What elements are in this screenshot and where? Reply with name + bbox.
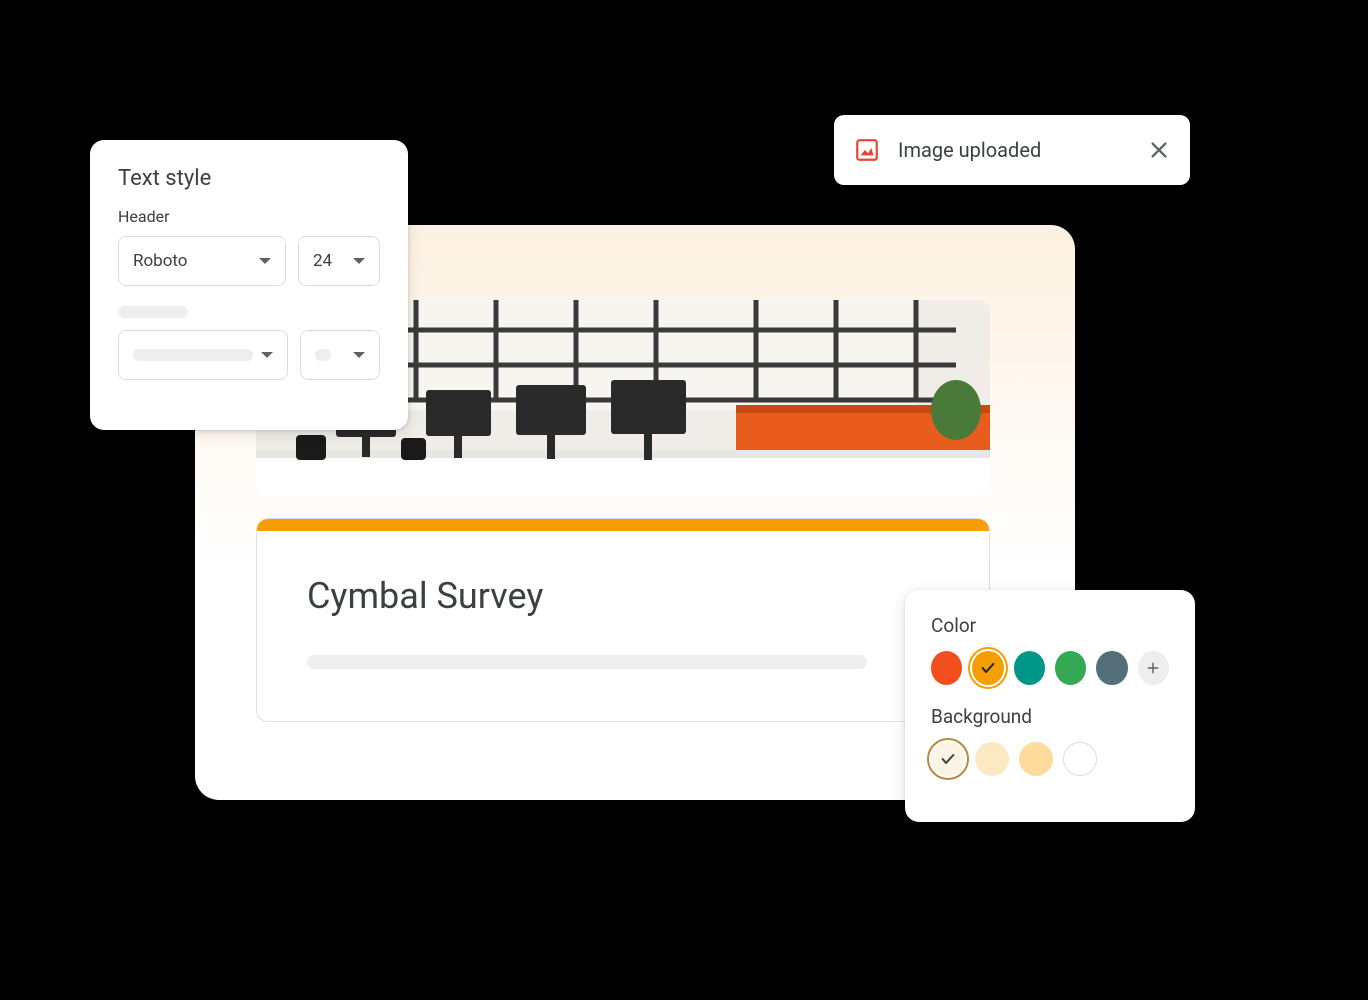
background-color-row [931, 742, 1169, 776]
secondary-label-placeholder [118, 306, 188, 318]
font-size-value: 24 [313, 251, 332, 271]
chevron-down-icon [259, 258, 271, 264]
secondary-font-select[interactable] [118, 330, 288, 380]
background-swatch-2[interactable] [1019, 742, 1053, 776]
color-swatch-3[interactable] [1055, 651, 1086, 685]
add-color-button[interactable] [1138, 651, 1169, 685]
placeholder-value [133, 349, 253, 361]
toast-message: Image uploaded [898, 138, 1130, 162]
header-label: Header [118, 207, 380, 226]
survey-description-placeholder[interactable] [307, 655, 867, 669]
color-swatch-4[interactable] [1096, 651, 1127, 685]
color-label: Color [931, 614, 1169, 637]
upload-toast: Image uploaded [834, 115, 1190, 185]
color-swatch-1[interactable] [972, 651, 1003, 685]
background-swatch-1[interactable] [975, 742, 1009, 776]
text-style-title: Text style [118, 166, 380, 191]
text-style-panel: Text style Header Roboto 24 [90, 140, 408, 430]
background-label: Background [931, 705, 1169, 728]
color-panel: Color Background [905, 590, 1195, 822]
secondary-size-select[interactable] [300, 330, 380, 380]
survey-title-card: Cymbal Survey [256, 518, 990, 722]
image-icon [854, 137, 880, 163]
background-swatch-3[interactable] [1063, 742, 1097, 776]
font-select-value: Roboto [133, 251, 188, 271]
theme-color-row [931, 651, 1169, 685]
placeholder-value [315, 349, 331, 361]
close-icon[interactable] [1148, 139, 1170, 161]
chevron-down-icon [261, 352, 273, 358]
background-swatch-0[interactable] [931, 742, 965, 776]
survey-title[interactable]: Cymbal Survey [257, 531, 989, 617]
color-swatch-2[interactable] [1014, 651, 1045, 685]
font-select[interactable]: Roboto [118, 236, 286, 286]
chevron-down-icon [353, 352, 365, 358]
color-swatch-0[interactable] [931, 651, 962, 685]
chevron-down-icon [353, 258, 365, 264]
card-accent-bar [257, 519, 989, 531]
font-size-select[interactable]: 24 [298, 236, 380, 286]
